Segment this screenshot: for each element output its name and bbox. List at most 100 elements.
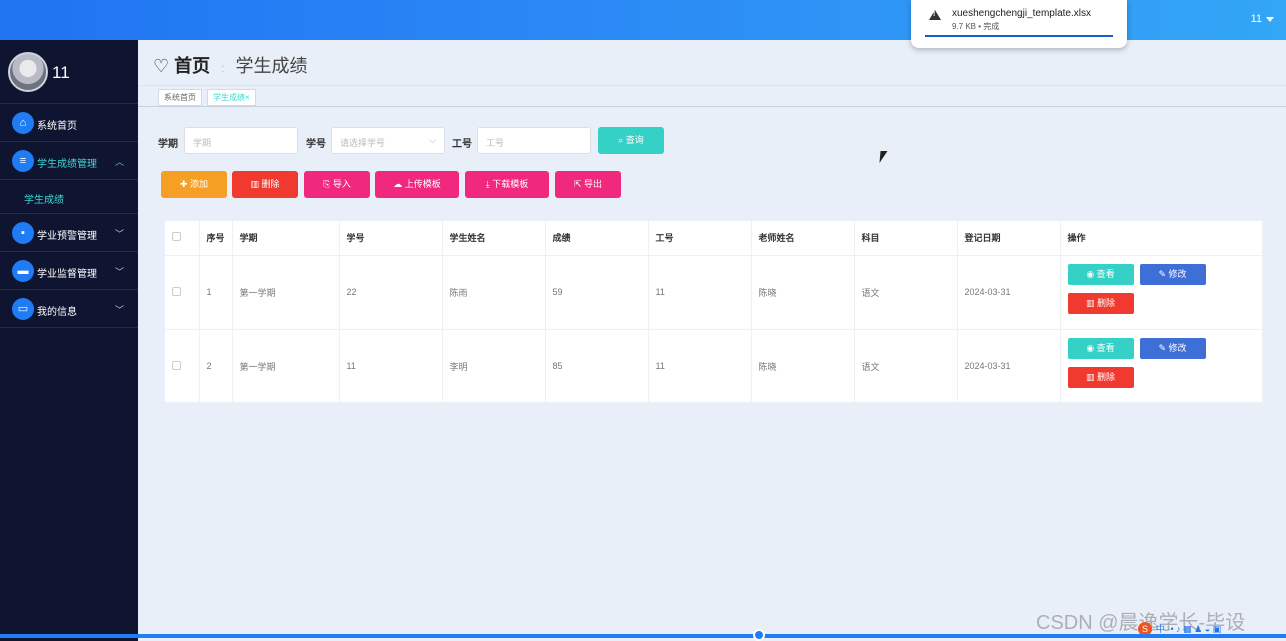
download-progress — [925, 35, 1113, 37]
student-id-placeholder: 请选择学号 — [340, 138, 386, 148]
row-checkbox[interactable] — [172, 286, 181, 296]
query-button[interactable]: ⌕ 查询 — [598, 127, 664, 154]
table-cell: 2024-03-31 — [957, 329, 1061, 404]
row-checkbox[interactable] — [172, 360, 181, 370]
scroll-handle[interactable] — [753, 629, 765, 641]
tab-scores[interactable]: 学生成绩× — [207, 89, 256, 106]
trash-icon: ▥ — [1085, 297, 1097, 308]
table-cell: 李明 — [442, 329, 546, 404]
row-delete-label: 删除 — [1097, 371, 1116, 382]
term-input[interactable]: 学期 — [184, 127, 298, 154]
download-meta: 9.7 KB • 完成 — [952, 22, 1000, 31]
table-cell: 11 — [648, 329, 752, 404]
mouse-cursor-icon — [879, 151, 888, 163]
edit-label: 修改 — [1168, 268, 1187, 279]
bottom-progress-line — [0, 634, 1286, 638]
score-table: 序号 学期 学号 学生姓名 成绩 工号 老师姓名 科目 登记日期 操作 1 第一… — [165, 221, 1263, 404]
import-button[interactable]: ⎘ 导入 — [304, 171, 370, 198]
table-cell: 陈雨 — [442, 255, 546, 330]
eye-icon: ◉ — [1086, 342, 1097, 353]
teacher-id-label: 工号 — [452, 139, 472, 150]
profile-username: 11 — [52, 63, 70, 82]
add-button-label: 添加 — [190, 179, 209, 189]
table-cell: 2024-03-31 — [957, 255, 1061, 330]
sidebar-item-warning-management[interactable]: ▪ 学业预警管理 ﹀ — [0, 214, 138, 252]
edit-button[interactable]: ✎ 修改 — [1139, 337, 1206, 359]
sidebar-item-my-info[interactable]: ▭ 我的信息 ﹀ — [0, 290, 138, 328]
table-row: 2 第一学期 11 李明 85 11 陈晓 语文 2024-03-31 ◉ 查看… — [165, 329, 1263, 404]
table-header-row: 序号 学期 学号 学生姓名 成绩 工号 老师姓名 科目 登记日期 操作 — [165, 221, 1263, 256]
col-header: 老师姓名 — [751, 221, 855, 256]
term-placeholder: 学期 — [193, 138, 212, 148]
query-button-label: 查询 — [625, 135, 644, 145]
edit-label: 修改 — [1168, 342, 1187, 353]
table-row: 1 第一学期 22 陈雨 59 11 陈晓 语文 2024-03-31 ◉ 查看… — [165, 255, 1263, 330]
chevron-down-icon: ﹀ — [114, 305, 124, 315]
export-button[interactable]: ⇱ 导出 — [555, 171, 621, 198]
upload-template-label: 上传模板 — [404, 179, 441, 189]
heart-icon: ♡ — [153, 56, 170, 76]
sidebar-subitem-scores[interactable]: 学生成绩 — [0, 180, 138, 214]
close-icon[interactable]: × — [245, 93, 250, 102]
sidebar: 11 ⌂ 系统首页 ≡ 学生成绩管理 ︿ 学生成绩 ▪ 学业预警管理 ﹀ ▬ 学… — [0, 40, 138, 641]
caret-down-icon — [1266, 16, 1274, 22]
sidebar-item-home[interactable]: ⌂ 系统首页 — [0, 104, 138, 142]
table-cell: 陈晓 — [751, 329, 855, 404]
avatar[interactable] — [8, 52, 48, 92]
col-header: 序号 — [199, 221, 233, 256]
table-cell: 1 — [199, 255, 233, 330]
table-cell: 语文 — [854, 329, 958, 404]
download-template-button[interactable]: ⤓ 下载模板 — [465, 171, 549, 198]
card-icon: ▭ — [12, 298, 34, 320]
row-delete-button[interactable]: ▥ 删除 — [1067, 366, 1134, 388]
table-cell: 第一学期 — [232, 255, 340, 330]
teacher-id-placeholder: 工号 — [486, 138, 505, 148]
breadcrumb-home[interactable]: 首页 — [174, 56, 210, 76]
table-cell: 11 — [339, 329, 443, 404]
import-icon: ⎘ — [323, 179, 333, 189]
add-button[interactable]: ✚ 添加 — [161, 171, 227, 198]
table-cell: 2 — [199, 329, 233, 404]
sidebar-item-label: 学业监督管理 — [37, 269, 97, 280]
sidebar-item-label: 学生成绩管理 — [37, 159, 97, 170]
chat-icon: ▪ — [12, 222, 34, 244]
actions-cell: ◉ 查看 ✎ 修改 ▥ 删除 — [1060, 255, 1263, 330]
col-header: 学号 — [339, 221, 443, 256]
table-cell: 59 — [545, 255, 649, 330]
tab-label: 学生成绩 — [213, 93, 245, 102]
breadcrumb: ♡ 首页 : 学生成绩 — [153, 52, 308, 78]
table-cell: 语文 — [854, 255, 958, 330]
tab-bar: 系统首页 学生成绩× — [138, 85, 1286, 107]
sidebar-item-score-management[interactable]: ≡ 学生成绩管理 ︿ — [0, 142, 138, 180]
select-all-cell — [165, 221, 200, 256]
sidebar-item-supervision-management[interactable]: ▬ 学业监督管理 ﹀ — [0, 252, 138, 290]
student-id-label: 学号 — [306, 139, 326, 150]
view-button[interactable]: ◉ 查看 — [1067, 263, 1134, 285]
chevron-up-icon: ︿ — [114, 157, 124, 167]
chevron-down-icon: ⌵ — [429, 135, 436, 145]
upload-icon: ☁ — [393, 179, 405, 189]
row-actions: ◉ 查看 ✎ 修改 ▥ 删除 — [1067, 330, 1262, 403]
user-profile: 11 — [0, 40, 138, 104]
download-template-label: 下载模板 — [492, 179, 529, 189]
upload-template-button[interactable]: ☁ 上传模板 — [375, 171, 459, 198]
edit-button[interactable]: ✎ 修改 — [1139, 263, 1206, 285]
col-header: 工号 — [648, 221, 752, 256]
briefcase-icon: ▬ — [12, 260, 34, 282]
user-menu[interactable]: 11 — [1251, 13, 1274, 25]
actions-cell: ◉ 查看 ✎ 修改 ▥ 删除 — [1060, 329, 1263, 404]
row-delete-button[interactable]: ▥ 删除 — [1067, 292, 1134, 314]
select-all-checkbox[interactable] — [172, 232, 181, 242]
plus-icon: ✚ — [179, 179, 191, 189]
teacher-id-input[interactable]: 工号 — [477, 127, 591, 154]
tab-home[interactable]: 系统首页 — [158, 89, 202, 106]
view-button[interactable]: ◉ 查看 — [1067, 337, 1134, 359]
sidebar-item-label: 我的信息 — [37, 307, 77, 318]
row-delete-label: 删除 — [1097, 297, 1116, 308]
student-id-select[interactable]: 请选择学号 ⌵ — [331, 127, 445, 154]
term-label: 学期 — [158, 139, 178, 150]
view-label: 查看 — [1096, 342, 1115, 353]
eye-icon: ◉ — [1086, 268, 1097, 279]
delete-button[interactable]: ▥ 删除 — [232, 171, 298, 198]
chevron-down-icon: ﹀ — [114, 229, 124, 239]
